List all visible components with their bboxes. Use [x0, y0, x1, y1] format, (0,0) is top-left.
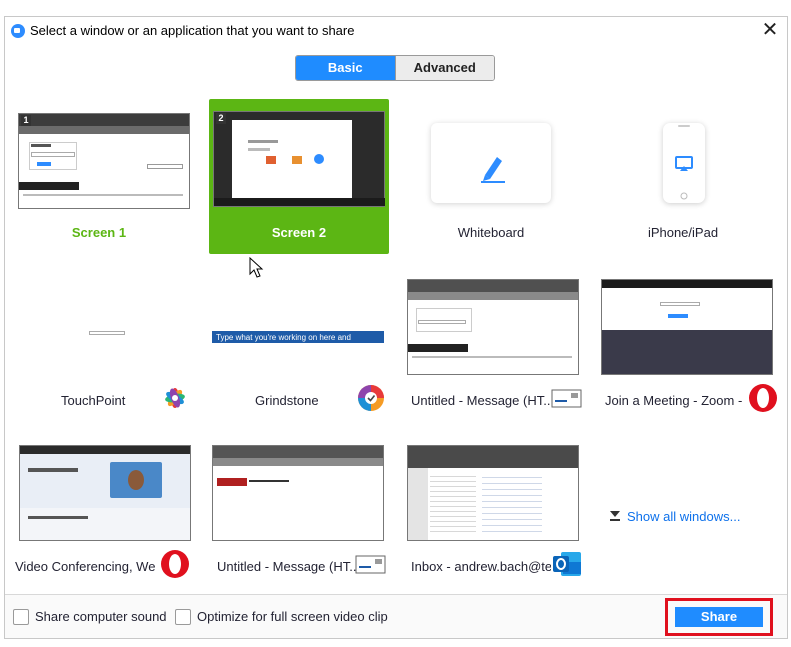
share-sound-checkbox[interactable]: [13, 609, 29, 625]
touchpoint-thumbnail: [19, 279, 191, 375]
share-screen-dialog: Select a window or an application that y…: [4, 16, 788, 639]
share-option-window-grindstone[interactable]: Type what you're working on here and Gri…: [205, 267, 385, 422]
screen-2-thumbnail: 2: [213, 111, 385, 207]
close-icon: ✕: [761, 19, 779, 41]
expand-down-icon: [610, 511, 620, 521]
show-all-windows-link[interactable]: Show all windows...: [609, 509, 740, 524]
share-option-window-message-1[interactable]: Untitled - Message (HT...: [401, 267, 582, 422]
message-2-thumbnail: [212, 445, 384, 541]
iphone-ipad-label: iPhone/iPad: [647, 225, 719, 240]
share-option-whiteboard[interactable]: Whiteboard: [401, 99, 581, 254]
window-label: Untitled - Message (HT...: [217, 559, 357, 574]
mode-tabs: Basic Advanced: [295, 55, 495, 81]
screen-2-label: Screen 2: [271, 225, 327, 240]
share-button-highlight: Share: [665, 598, 773, 636]
title-bar: Select a window or an application that y…: [5, 17, 787, 45]
opera-icon: [161, 550, 189, 578]
outlook-icon: [553, 552, 581, 576]
screen-1-thumbnail: 1: [18, 113, 190, 209]
opera-icon: [749, 384, 777, 412]
tab-advanced[interactable]: Advanced: [394, 56, 494, 80]
optimize-video-checkbox[interactable]: [175, 609, 191, 625]
window-label: Video Conferencing, We...: [15, 559, 155, 574]
airplay-icon: [675, 125, 693, 200]
join-meeting-thumbnail: [601, 279, 773, 375]
window-label: Join a Meeting - Zoom - ...: [605, 393, 745, 408]
window-title: Select a window or an application that y…: [30, 23, 355, 38]
window-label: TouchPoint: [61, 393, 126, 408]
pen-icon: [481, 157, 505, 183]
share-option-window-inbox[interactable]: Inbox - andrew.bach@te...: [401, 433, 581, 588]
window-label: Untitled - Message (HT...: [411, 393, 551, 408]
share-option-window-touchpoint[interactable]: TouchPoint: [9, 267, 189, 422]
window-label: Inbox - andrew.bach@te...: [411, 559, 551, 574]
share-option-window-join-meeting[interactable]: Join a Meeting - Zoom - ...: [597, 267, 777, 422]
zoom-app-icon: [11, 24, 25, 38]
share-option-iphone-ipad[interactable]: iPhone/iPad: [593, 99, 773, 254]
touchpoint-app-icon: [165, 388, 185, 408]
outlook-message-icon: [355, 555, 386, 574]
whiteboard-thumbnail: [431, 123, 551, 203]
iphone-thumbnail: [663, 123, 705, 203]
share-option-screen-1[interactable]: 1 Screen 1: [9, 99, 190, 254]
share-option-window-video-conferencing[interactable]: Video Conferencing, We...: [9, 433, 191, 588]
share-button[interactable]: Share: [675, 607, 763, 627]
footer-bar: Share computer sound Optimize for full s…: [5, 594, 787, 638]
inbox-thumbnail: [407, 445, 579, 541]
outlook-message-icon: [551, 389, 582, 408]
whiteboard-label: Whiteboard: [457, 225, 525, 240]
screen-number-badge: 2: [216, 113, 226, 124]
share-option-screen-2[interactable]: 2 Screen 2: [209, 99, 389, 254]
share-sound-label[interactable]: Share computer sound: [35, 609, 167, 624]
window-label: Grindstone: [255, 393, 319, 408]
grindstone-prompt-text: Type what you're working on here and: [216, 333, 351, 342]
video-conferencing-thumbnail: [19, 445, 191, 541]
message-1-thumbnail: [407, 279, 579, 375]
close-button[interactable]: ✕: [759, 20, 781, 42]
grindstone-app-icon: [358, 385, 384, 411]
show-all-windows-label: Show all windows...: [627, 509, 741, 524]
optimize-video-label[interactable]: Optimize for full screen video clip: [197, 609, 388, 624]
tab-basic[interactable]: Basic: [296, 56, 395, 80]
share-option-window-message-2[interactable]: Untitled - Message (HT...: [205, 433, 386, 588]
screen-1-label: Screen 1: [71, 225, 127, 240]
mouse-cursor-icon: [249, 257, 264, 278]
screen-number-badge: 1: [21, 115, 31, 126]
grindstone-thumbnail: Type what you're working on here and: [212, 279, 384, 375]
